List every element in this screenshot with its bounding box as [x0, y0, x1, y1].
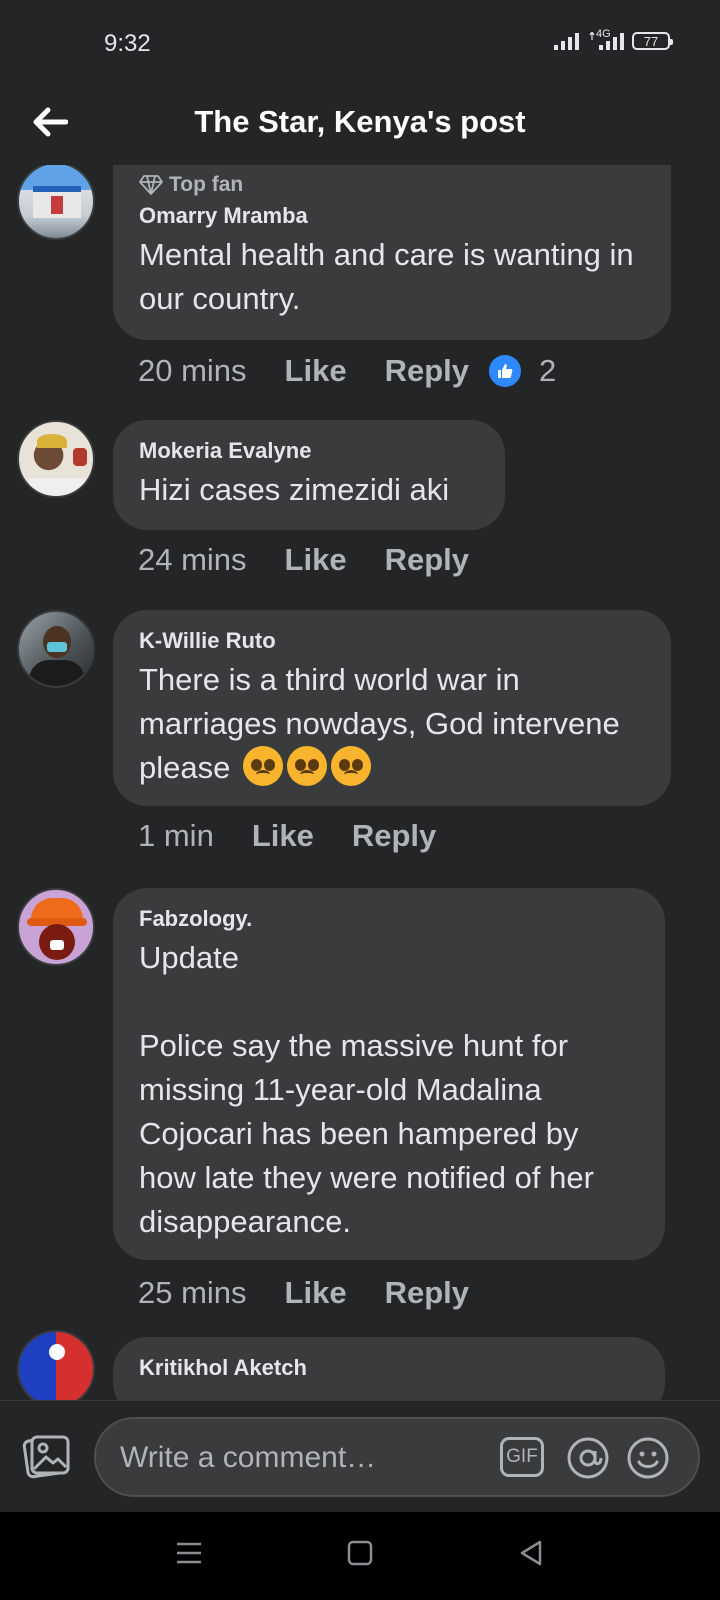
pleading-face-emoji — [330, 746, 371, 786]
page-title: The Star, Kenya's post — [194, 104, 526, 139]
photo-button[interactable] — [20, 1431, 72, 1483]
comment-author[interactable]: Mokeria Evalyne — [139, 438, 479, 464]
diamond-icon — [139, 175, 163, 195]
comment-bubble[interactable]: Fabzology. Update Police say the massive… — [113, 888, 665, 1260]
menu-icon — [177, 1542, 201, 1564]
square-icon — [347, 1540, 373, 1566]
comment-text: Update Police say the massive hunt for m… — [139, 940, 594, 1239]
comment-author[interactable]: Fabzology. — [139, 906, 639, 932]
status-icons: 4G 77 — [554, 28, 673, 50]
avatar[interactable] — [17, 888, 95, 966]
comment-bubble[interactable]: Top fan Omarry Mramba Mental health and … — [113, 165, 671, 340]
comment-input[interactable] — [118, 1419, 482, 1497]
back-nav-button[interactable] — [518, 1540, 544, 1571]
comment-composer: GIF — [0, 1400, 720, 1513]
status-bar: 9:32 4G 77 — [0, 0, 720, 90]
comment-bubble[interactable]: K-Willie Ruto There is a third world war… — [113, 610, 671, 806]
comments-feed[interactable]: Top fan Omarry Mramba Mental health and … — [0, 165, 720, 1400]
comment-text: There is a third world war in marriages … — [139, 658, 645, 790]
triangle-back-icon — [520, 1540, 542, 1566]
like-reaction-icon — [489, 355, 521, 387]
pleading-face-emoji — [286, 746, 327, 786]
comment-time[interactable]: 1 min — [138, 818, 214, 854]
comment-bubble[interactable]: Mokeria Evalyne Hizi cases zimezidi aki — [113, 420, 505, 530]
reply-button[interactable]: Reply — [385, 353, 469, 389]
comment-text: Hizi cases zimezidi aki — [139, 472, 450, 507]
reply-button[interactable]: Reply — [385, 542, 469, 578]
like-button[interactable]: Like — [285, 353, 347, 389]
like-button[interactable]: Like — [285, 542, 347, 578]
like-button[interactable]: Like — [285, 1275, 347, 1311]
mobile-data-icon: 4G — [588, 28, 624, 50]
comment-text-body: There is a third world war in marriages … — [139, 662, 620, 785]
top-fan-label: Top fan — [169, 173, 244, 196]
pleading-face-emoji — [242, 746, 283, 786]
like-button[interactable]: Like — [252, 818, 314, 854]
reply-button[interactable]: Reply — [385, 1275, 469, 1311]
avatar[interactable] — [17, 1330, 95, 1400]
smiley-icon — [627, 1437, 669, 1479]
comment-actions: 25 mins Like Reply — [138, 1275, 507, 1311]
comment-text: Mental health and care is wanting in our… — [139, 237, 634, 316]
system-navigation-bar — [0, 1512, 720, 1600]
battery-level: 77 — [643, 33, 659, 49]
gif-button[interactable]: GIF — [500, 1437, 544, 1477]
network-label: 4G — [596, 28, 611, 40]
status-time: 9:32 — [104, 30, 151, 57]
comment-actions: 24 mins Like Reply — [138, 542, 507, 578]
battery-icon: 77 — [632, 32, 673, 50]
avatar[interactable] — [17, 610, 95, 688]
comment-actions: 20 mins Like Reply 2 — [138, 353, 556, 389]
mention-button[interactable] — [566, 1436, 610, 1485]
comment-time[interactable]: 25 mins — [138, 1275, 247, 1311]
reply-button[interactable]: Reply — [352, 818, 436, 854]
comment-author[interactable]: K-Willie Ruto — [139, 628, 645, 654]
comment-time[interactable]: 20 mins — [138, 353, 247, 389]
comment-actions: 1 min Like Reply — [138, 818, 474, 854]
comment-bubble[interactable]: Kritikhol Aketch — [113, 1337, 665, 1400]
comment-author[interactable]: Kritikhol Aketch — [139, 1355, 639, 1381]
post-header: The Star, Kenya's post — [0, 90, 720, 170]
top-fan-badge: Top fan — [139, 173, 645, 197]
comment-time[interactable]: 24 mins — [138, 542, 247, 578]
gif-label: GIF — [506, 1446, 538, 1467]
comment-author[interactable]: Omarry Mramba — [139, 203, 645, 229]
home-button[interactable] — [347, 1540, 373, 1571]
comment-input-container: GIF — [94, 1417, 700, 1497]
signal-icon — [554, 33, 579, 50]
photo-icon — [22, 1435, 70, 1479]
reaction-count[interactable]: 2 — [489, 353, 556, 389]
avatar[interactable] — [17, 165, 95, 240]
reaction-number: 2 — [539, 353, 557, 388]
emoji-button[interactable] — [626, 1436, 670, 1485]
avatar[interactable] — [17, 420, 95, 498]
at-sign-icon — [567, 1437, 609, 1479]
recent-apps-button[interactable] — [176, 1540, 202, 1571]
